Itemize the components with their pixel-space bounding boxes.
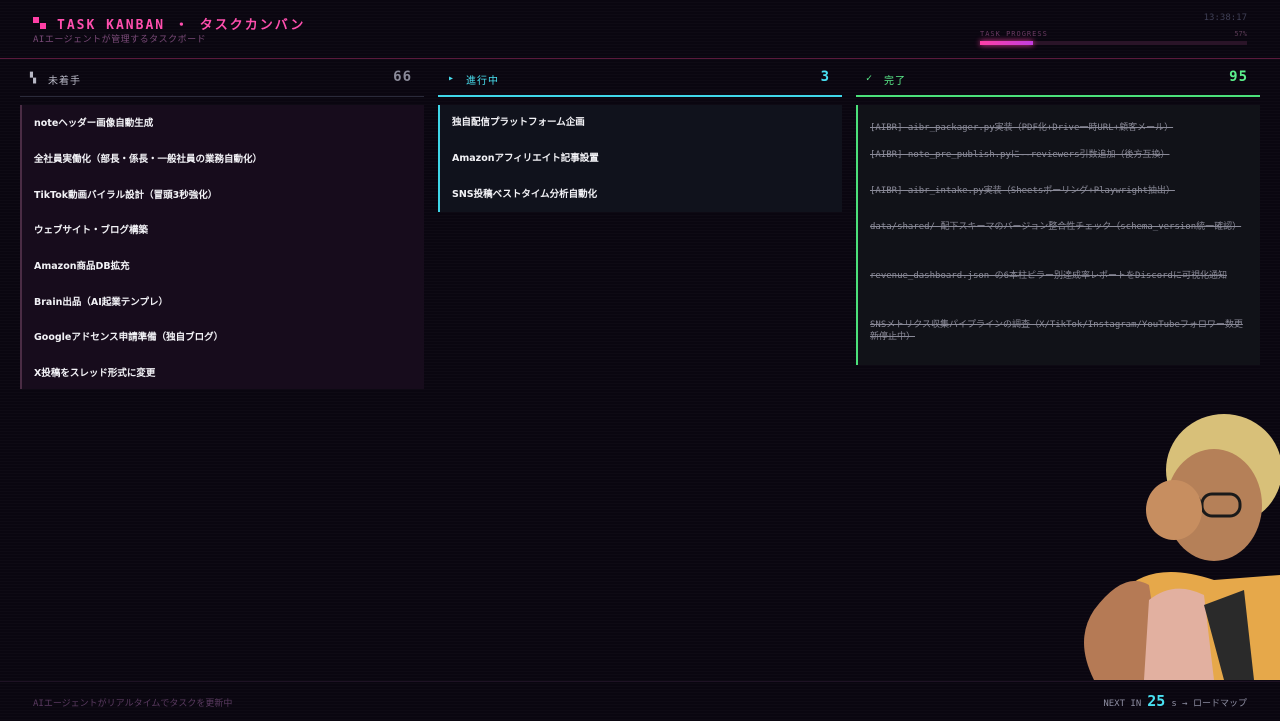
- task-card-done[interactable]: [AIBR] note_pre_publish.pyに--reviewers引数…: [858, 149, 1260, 185]
- countdown-seconds: 25: [1147, 692, 1166, 710]
- column-todo: ▚ 未着手 66 noteヘッダー画像自動生成 全社員実働化（部長・係長・一般社…: [20, 62, 424, 389]
- task-card[interactable]: Amazonアフィリエイト記事設置: [440, 141, 842, 177]
- column-title: 進行中: [466, 76, 499, 87]
- play-triangle-icon: ▸: [448, 73, 455, 84]
- task-card-done[interactable]: SNSメトリクス収集パイプラインの調査（X/TikTok/Instagram/Y…: [858, 319, 1260, 359]
- column-title: 未着手: [48, 76, 81, 87]
- next-countdown[interactable]: NEXT IN 25 s → ロードマップ: [1103, 692, 1247, 710]
- progress-percent: 57%: [1234, 30, 1247, 38]
- card-list: noteヘッダー画像自動生成 全社員実働化（部長・係長・一般社員の業務自動化） …: [20, 105, 424, 389]
- column-count: 3: [820, 69, 830, 85]
- task-card[interactable]: 独自配信プラットフォーム企画: [440, 105, 842, 141]
- card-list: 独自配信プラットフォーム企画 Amazonアフィリエイト記事設置 SNS投稿ベス…: [438, 105, 842, 212]
- task-card-done[interactable]: data/shared/ 配下スキーマのバージョン整合性チェック（schema_…: [858, 221, 1260, 270]
- task-card[interactable]: Googleアドセンス申請準備（独自ブログ）: [22, 320, 424, 356]
- page-title: TASK KANBAN ・ タスクカンバン: [57, 18, 306, 33]
- task-card-done[interactable]: revenue_dashboard.json の6本柱ピラー別達成率レポートをD…: [858, 270, 1260, 319]
- column-header-in-progress: ▸ 進行中 3: [438, 62, 842, 97]
- task-card-done[interactable]: [AIBR] aibr_intake.py実装（Sheetsポーリング+Play…: [858, 185, 1260, 221]
- card-list: [AIBR] aibr_packager.py実装（PDF化+Drive一時UR…: [856, 105, 1260, 365]
- progress-bar-fill: [980, 41, 1034, 45]
- task-card[interactable]: X投稿をスレッド形式に変更: [22, 356, 424, 392]
- footer: AIエージェントがリアルタイムでタスクを更新中 NEXT IN 25 s → ロ…: [0, 681, 1280, 721]
- column-done: ✓ 完了 95 [AIBR] aibr_packager.py実装（PDF化+D…: [856, 62, 1260, 365]
- check-icon: ✓: [866, 73, 873, 84]
- column-in-progress: ▸ 進行中 3 独自配信プラットフォーム企画 Amazonアフィリエイト記事設置…: [438, 62, 842, 212]
- header: TASK KANBAN ・ タスクカンバン AIエージェントが管理するタスクボー…: [0, 0, 1280, 59]
- task-card[interactable]: SNS投稿ベストタイム分析自動化: [440, 176, 842, 212]
- task-card[interactable]: Amazon商品DB拡充: [22, 249, 424, 285]
- clock: 13:38:17: [1203, 13, 1247, 23]
- todo-squares-icon: ▚: [30, 73, 37, 84]
- status-text: AIエージェントがリアルタイムでタスクを更新中: [33, 699, 233, 709]
- task-card[interactable]: noteヘッダー画像自動生成: [22, 106, 424, 142]
- task-card[interactable]: ウェブサイト・ブログ構築: [22, 213, 424, 249]
- task-card[interactable]: Brain出品（AI起業テンプレ）: [22, 284, 424, 320]
- kanban-logo-icon: [33, 17, 47, 29]
- task-card[interactable]: 全社員実働化（部長・係長・一般社員の業務自動化）: [22, 142, 424, 178]
- webcam-person-image: [1084, 414, 1280, 680]
- column-count: 95: [1229, 69, 1248, 85]
- webcam-overlay: [1054, 410, 1280, 680]
- next-label: NEXT IN: [1103, 699, 1142, 709]
- next-target: s → ロードマップ: [1171, 699, 1247, 709]
- column-header-done: ✓ 完了 95: [856, 62, 1260, 97]
- page-subtitle: AIエージェントが管理するタスクボード: [33, 35, 207, 45]
- column-title: 完了: [884, 76, 906, 87]
- task-card-done[interactable]: [AIBR] aibr_packager.py実装（PDF化+Drive一時UR…: [858, 113, 1260, 149]
- task-card[interactable]: TikTok動画バイラル設計（冒頭3秒強化）: [22, 177, 424, 213]
- progress-bar: [980, 41, 1247, 45]
- progress-label: TASK PROGRESS: [980, 30, 1048, 38]
- column-count: 66: [393, 69, 412, 85]
- column-header-todo: ▚ 未着手 66: [20, 62, 424, 97]
